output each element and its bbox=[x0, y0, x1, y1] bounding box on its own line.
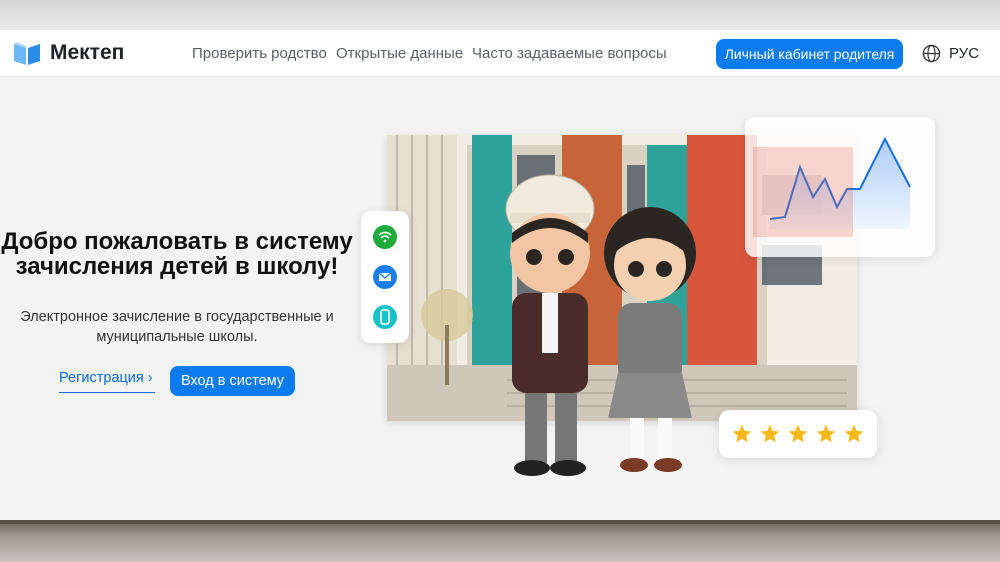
globe-icon bbox=[922, 44, 941, 63]
mail-icon bbox=[373, 265, 397, 289]
star-icon bbox=[844, 424, 864, 443]
parent-cabinet-button[interactable]: Личный кабинет родителя bbox=[716, 39, 903, 69]
language-label: РУС bbox=[949, 45, 980, 62]
hero-subtitle: Электронное зачисление в государственные… bbox=[20, 309, 334, 345]
line-chart-icon bbox=[753, 136, 911, 237]
star-icon bbox=[788, 424, 808, 443]
nav-open-data[interactable]: Открытые данные bbox=[336, 45, 463, 62]
nav-faq[interactable]: Часто задаваемые вопросы bbox=[472, 45, 667, 62]
contact-icons-panel bbox=[361, 211, 409, 343]
stats-chart-card bbox=[745, 117, 935, 257]
register-label: Регистрация bbox=[59, 370, 144, 386]
language-selector[interactable]: РУС bbox=[922, 44, 979, 63]
nav-check-relationship[interactable]: Проверить родство bbox=[192, 45, 327, 62]
browser-top-strip bbox=[0, 0, 1000, 30]
wifi-icon bbox=[373, 225, 397, 249]
rating-card bbox=[719, 410, 877, 458]
star-icon bbox=[816, 424, 836, 443]
book-icon bbox=[14, 42, 40, 65]
brand-name: Мектеп bbox=[50, 41, 125, 64]
login-button[interactable]: Вход в систему bbox=[170, 366, 295, 396]
children-illustration bbox=[505, 174, 696, 476]
chevron-right-icon: › bbox=[147, 370, 153, 386]
register-link[interactable]: Регистрация › bbox=[59, 370, 155, 393]
phone-icon bbox=[373, 305, 397, 329]
star-icon bbox=[732, 424, 752, 443]
hero-section: Добро пожаловать в систему зачисления де… bbox=[0, 77, 1000, 520]
footer-divider bbox=[0, 520, 1000, 524]
site-logo[interactable]: Мектеп bbox=[12, 38, 124, 68]
hero-title: Добро пожаловать в систему зачисления де… bbox=[1, 228, 353, 280]
footer-strip bbox=[0, 520, 1000, 562]
site-header: Мектеп Проверить родство Открытые данные… bbox=[0, 30, 1000, 77]
star-icon bbox=[760, 424, 780, 443]
